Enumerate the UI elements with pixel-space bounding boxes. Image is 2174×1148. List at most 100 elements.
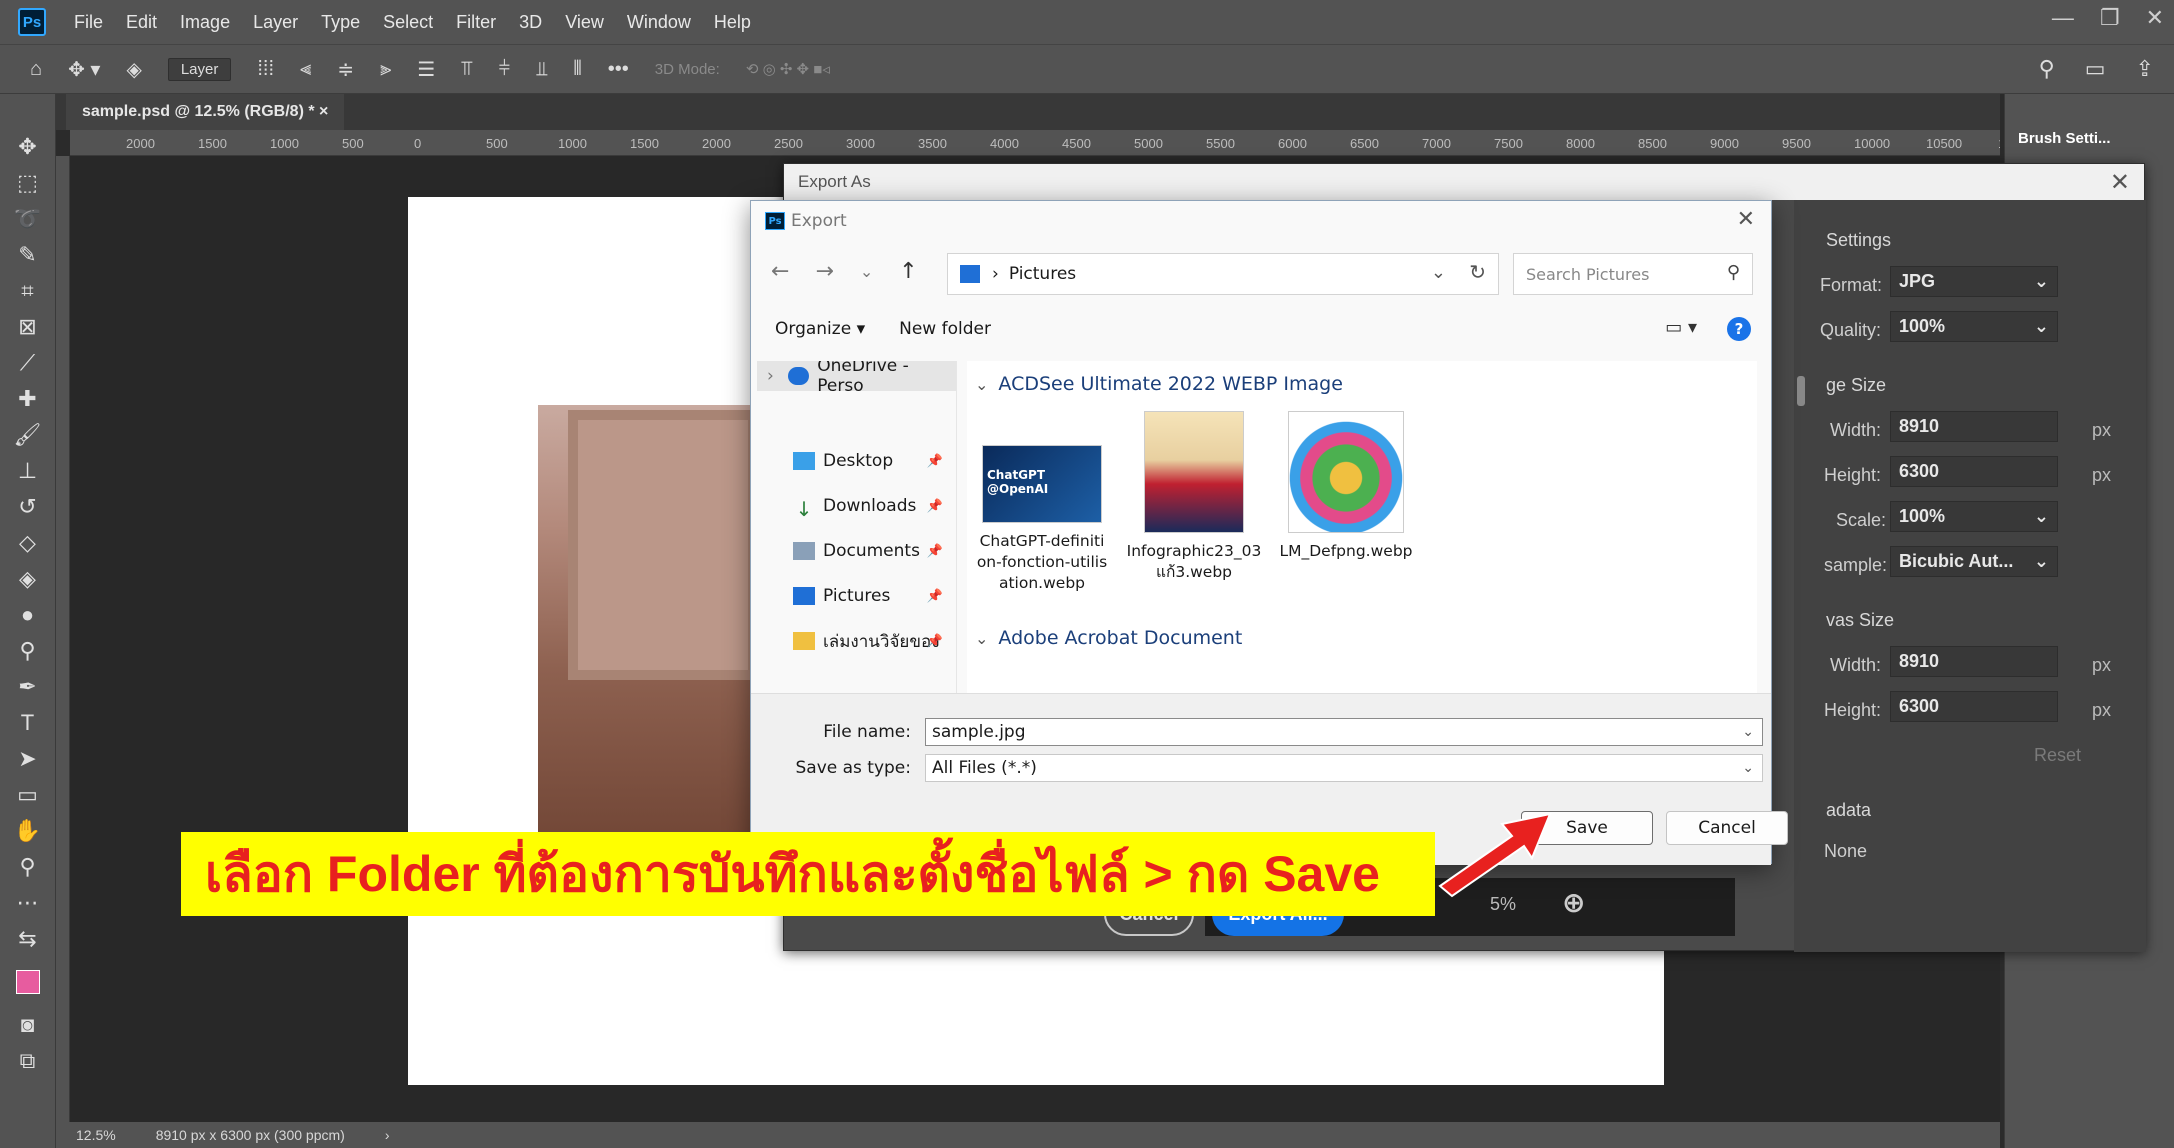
zoom-tool-icon[interactable]: ⚲ [11,854,45,879]
align-left-icon[interactable]: ⫷ [300,58,311,81]
expand-chevron-icon[interactable]: › [767,366,774,386]
nav-item-documents[interactable]: Documents 📌 [757,536,956,566]
pin-icon[interactable]: 📌 [927,499,943,514]
status-arrow[interactable]: › [385,1127,390,1143]
distribute-spacing-icon[interactable]: ⫴ [573,58,581,81]
align-top-icon[interactable]: ⫪ [461,58,472,81]
share-icon[interactable]: ⇪ [2136,56,2154,82]
group-header-webp[interactable]: ⌄ ACDSee Ultimate 2022 WEBP Image [975,373,1343,395]
group-header-pdf[interactable]: ⌄ Adobe Acrobat Document [975,627,1242,649]
file-item[interactable]: Infographic23_03 แก้3.webp [1119,411,1269,583]
quick-select-tool-icon[interactable]: ✎ [11,242,45,267]
foreground-color[interactable] [15,970,40,994]
menu-view[interactable]: View [565,12,604,33]
nav-item-pictures[interactable]: Pictures 📌 [757,581,956,611]
search-icon[interactable]: ⚲ [2039,56,2055,82]
save-type-select[interactable]: All Files (*.*) ⌄ [925,754,1763,782]
address-bar[interactable]: › Pictures ⌄ ↻ [947,253,1499,295]
refresh-icon[interactable]: ↻ [1469,260,1486,284]
menu-filter[interactable]: Filter [456,12,496,33]
up-arrow-icon[interactable]: ↑ [899,259,917,284]
pin-icon[interactable]: 📌 [927,589,943,604]
pin-icon[interactable]: 📌 [927,454,943,469]
lasso-tool-icon[interactable]: ➰ [11,206,45,231]
blur-tool-icon[interactable]: ● [11,602,45,627]
dodge-tool-icon[interactable]: ⚲ [11,638,45,663]
menu-file[interactable]: File [74,12,103,33]
minimize-icon[interactable]: — [2052,5,2074,31]
menu-type[interactable]: Type [321,12,360,33]
canvas-width-input[interactable]: 8910 [1890,646,2058,677]
organize-button[interactable]: Organize ▾ [775,319,865,339]
menu-layer[interactable]: Layer [253,12,298,33]
type-tool-icon[interactable]: T [11,710,45,735]
collapse-chevron-icon[interactable]: ⌄ [975,375,988,394]
pen-tool-icon[interactable]: ✒ [11,674,45,699]
metadata-value[interactable]: None [1824,841,1867,862]
zoom-in-icon[interactable]: ⊕ [1562,886,1585,919]
document-tab[interactable]: sample.psd @ 12.5% (RGB/8) * × [66,94,345,130]
auto-select-icon[interactable]: ◈ [126,57,141,82]
layer-select-dropdown[interactable]: Layer [167,57,232,81]
close-window-icon[interactable]: ✕ [2146,5,2164,31]
nav-item-downloads[interactable]: ↓ Downloads 📌 [757,491,956,521]
eraser-tool-icon[interactable]: ◇ [11,530,45,555]
menu-help[interactable]: Help [714,12,751,33]
eyedropper-tool-icon[interactable]: ⟋ [11,350,45,375]
align-bottom-icon[interactable]: ⫫ [536,58,547,81]
paint-bucket-icon[interactable]: ◈ [11,566,45,591]
menu-edit[interactable]: Edit [126,12,157,33]
chevron-down-icon[interactable]: ⌄ [1431,262,1446,283]
menu-select[interactable]: Select [383,12,433,33]
nav-item-desktop[interactable]: Desktop 📌 [757,446,956,476]
new-folder-button[interactable]: New folder [899,319,991,339]
path-select-icon[interactable]: ➤ [11,746,45,771]
canvas-height-input[interactable]: 6300 [1890,691,2058,722]
brush-tool-icon[interactable]: 🖌 [11,422,45,447]
more-tools-icon[interactable]: ⋯ [11,890,45,915]
resample-select[interactable]: Bicubic Aut... ⌄ [1890,546,2058,577]
close-icon[interactable]: ✕ [2110,168,2130,197]
quality-select[interactable]: 100% ⌄ [1890,311,2058,342]
view-options-icon[interactable]: ▭ ▾ [1665,317,1697,338]
align-center-icon[interactable]: ≑ [337,57,354,82]
chevron-down-icon[interactable]: ⌄ [1742,724,1754,740]
stamp-tool-icon[interactable]: ⊥ [11,458,45,483]
transform-controls-icon[interactable]: ⁞⁞⁞ [257,58,274,81]
collapse-chevron-icon[interactable]: ⌄ [975,629,988,648]
menu-image[interactable]: Image [180,12,230,33]
brush-settings-tab[interactable]: Brush Setti... [2018,130,2111,147]
workspace-icon[interactable]: ▭ [2085,56,2106,82]
back-arrow-icon[interactable]: ← [771,259,789,284]
nav-item-onedrive[interactable]: › OneDrive - Perso [757,361,956,396]
frame-tool-icon[interactable]: ⊠ [11,314,45,339]
hand-tool-icon[interactable]: ✋ [11,818,45,843]
reset-button[interactable]: Reset [2034,745,2081,766]
recent-chevron-icon[interactable]: ⌄ [860,262,873,281]
pin-icon[interactable]: 📌 [927,634,943,649]
help-icon[interactable]: ? [1727,317,1751,341]
pin-icon[interactable]: 📌 [927,544,943,559]
crop-tool-icon[interactable]: ⌗ [11,278,45,303]
file-item[interactable]: LM_Defpng.webp [1271,411,1421,562]
forward-arrow-icon[interactable]: → [815,259,833,284]
move-tool-icon[interactable]: ✥ ▾ [68,57,100,82]
color-swatches[interactable] [11,964,45,1000]
healing-tool-icon[interactable]: ✚ [11,386,45,411]
screen-mode-icon[interactable]: ⧉ [11,1048,45,1073]
marquee-tool-icon[interactable]: ⬚ [11,170,45,195]
width-input[interactable]: 8910 [1890,411,2058,442]
file-name-input[interactable]: sample.jpg ⌄ [925,718,1763,746]
menu-window[interactable]: Window [627,12,691,33]
zoom-level[interactable]: 12.5% [76,1127,116,1143]
distribute-icon[interactable]: ☰ [417,57,435,82]
menu-3d[interactable]: 3D [519,12,542,33]
close-icon[interactable]: ✕ [1737,207,1755,232]
quick-mask-icon[interactable]: ◙ [11,1012,45,1037]
height-input[interactable]: 6300 [1890,456,2058,487]
file-item[interactable]: ChatGPT @OpenAI ChatGPT-definiti on-fonc… [967,411,1117,594]
align-right-icon[interactable]: ⫸ [380,58,391,81]
move-tool-icon[interactable]: ✥ [11,134,45,159]
nav-item-research-folder[interactable]: เล่มงานวิจัยของ 📌 [757,626,956,656]
more-options-icon[interactable]: ••• [608,58,629,81]
